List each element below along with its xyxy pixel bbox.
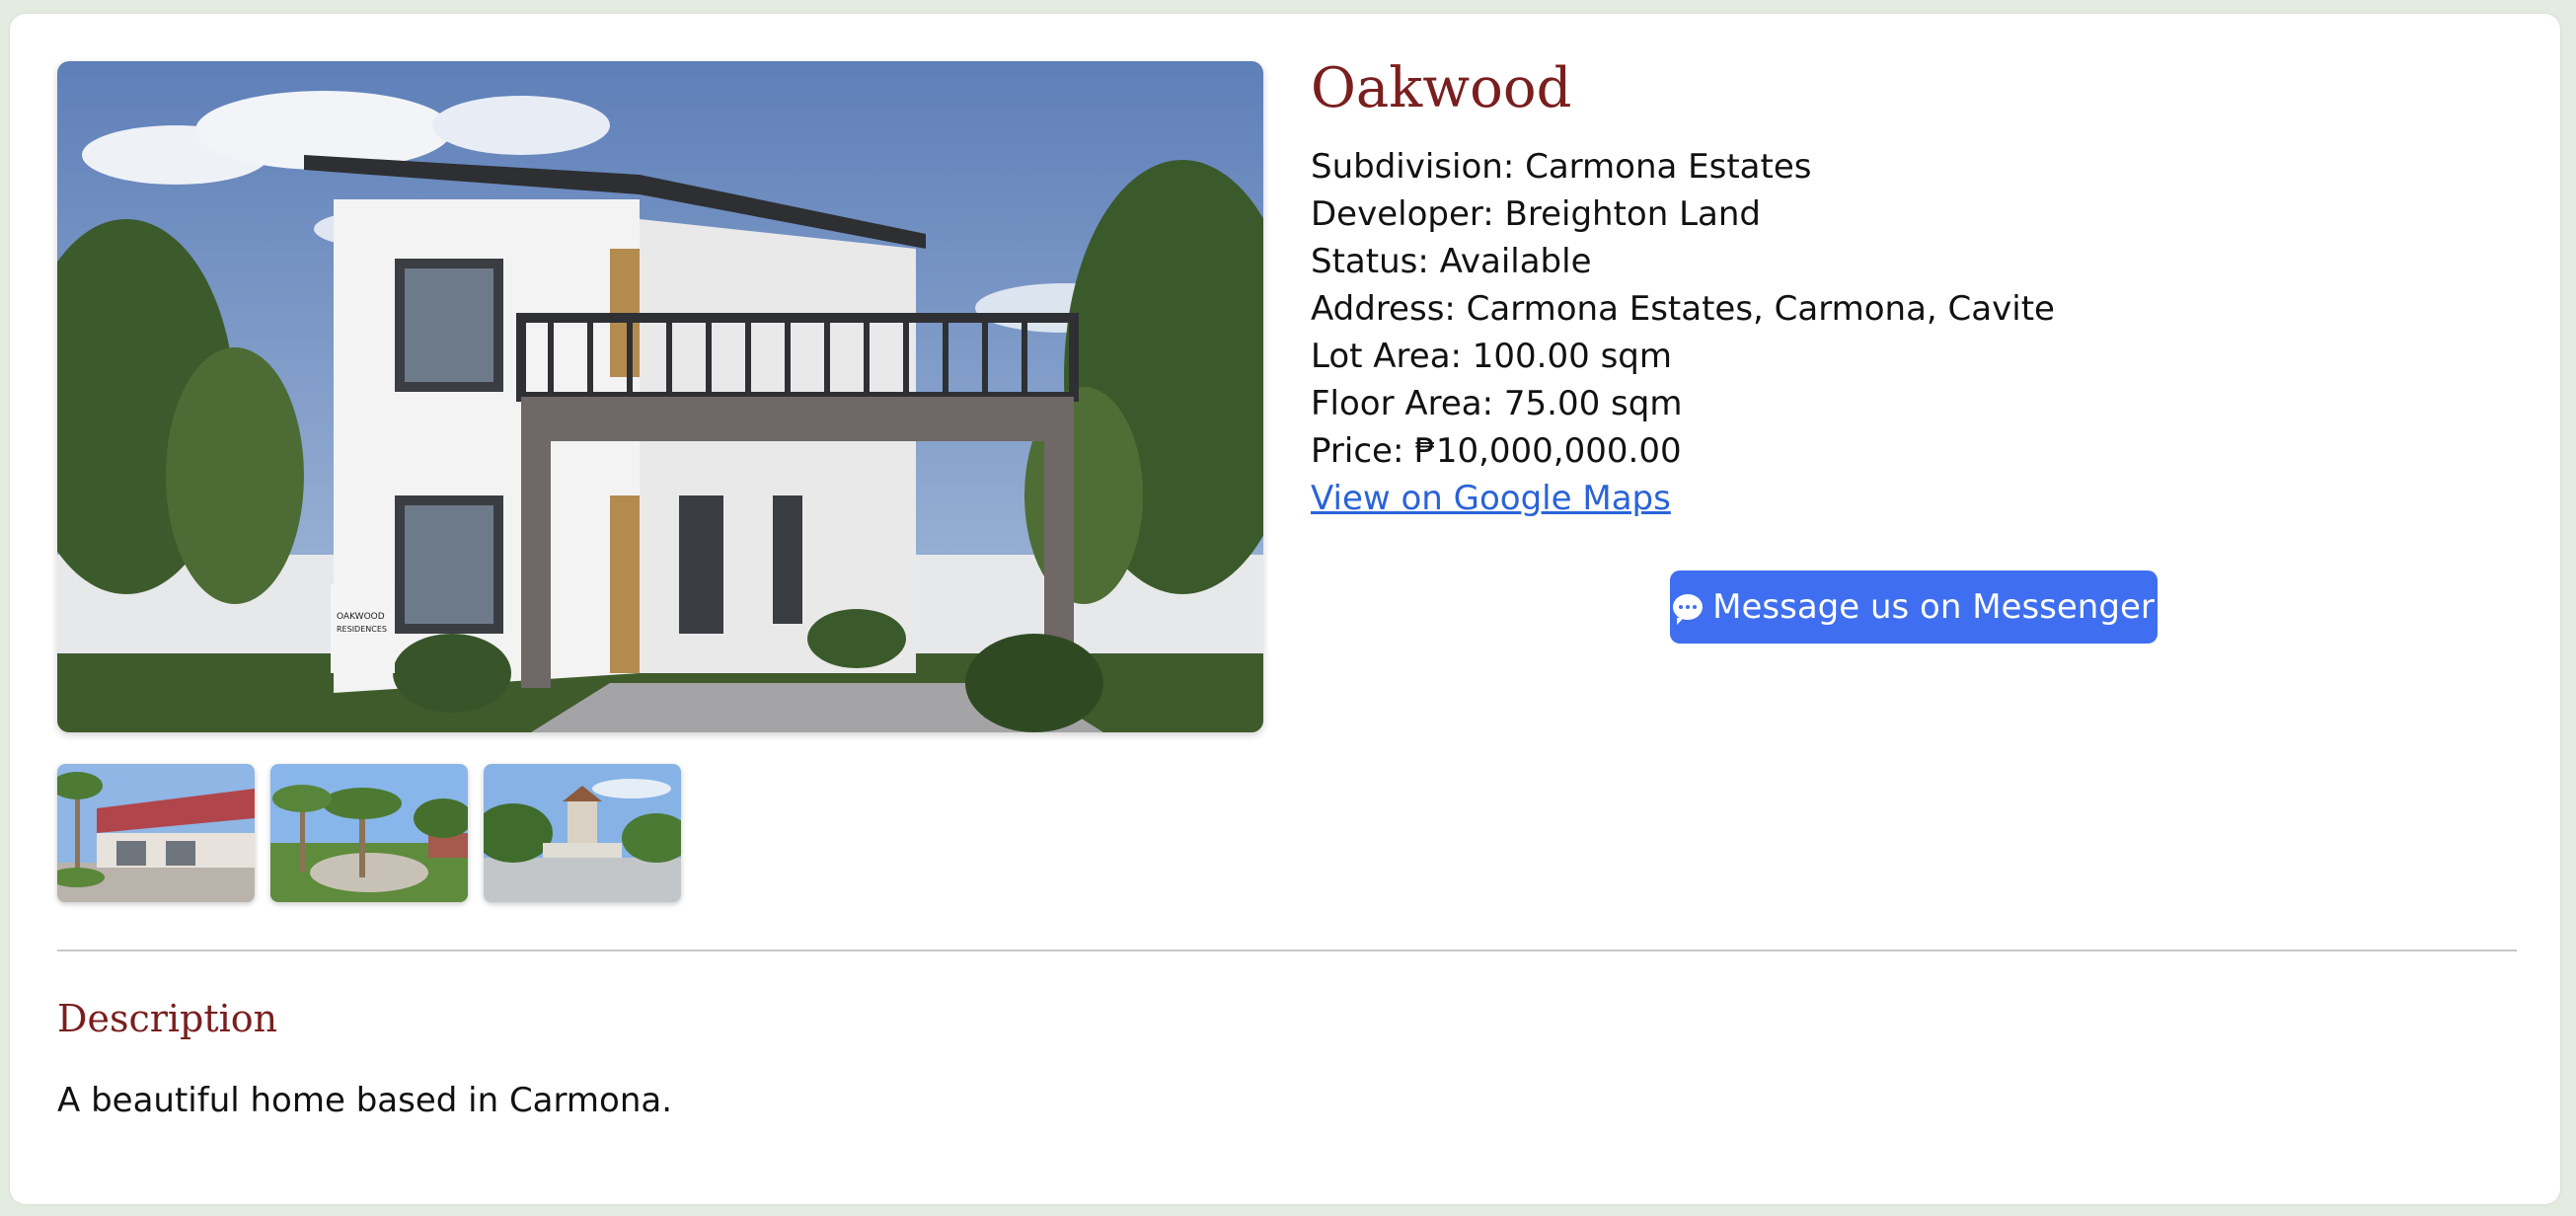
lot-area-field: Lot Area: 100.00 sqm bbox=[1311, 337, 1672, 376]
property-details: Subdivision: Carmona Estates Developer: … bbox=[1311, 143, 2495, 522]
address-field: Address: Carmona Estates, Carmona, Cavit… bbox=[1311, 289, 2055, 329]
gallery-thumbnail-2[interactable] bbox=[270, 764, 468, 902]
status-field: Status: Available bbox=[1311, 242, 1592, 281]
messenger-button[interactable]: Message us on Messenger bbox=[1670, 570, 2158, 644]
messenger-button-label: Message us on Messenger bbox=[1712, 587, 2155, 627]
subdivision-field: Subdivision: Carmona Estates bbox=[1311, 147, 1812, 187]
property-title: Oakwood bbox=[1311, 56, 1572, 120]
description-text: A beautiful home based in Carmona. bbox=[57, 1081, 673, 1120]
google-maps-link[interactable]: View on Google Maps bbox=[1311, 479, 1671, 518]
developer-field: Developer: Breighton Land bbox=[1311, 194, 1761, 234]
price-field: Price: ₱10,000,000.00 bbox=[1311, 431, 1682, 471]
main-property-photo[interactable]: OAKWOOD RESIDENCES bbox=[57, 61, 1263, 732]
chat-bubble-icon bbox=[1673, 594, 1704, 625]
gallery-thumbnail-1[interactable] bbox=[57, 764, 255, 902]
sign-text-2: RESIDENCES bbox=[337, 625, 387, 634]
floor-area-field: Floor Area: 75.00 sqm bbox=[1311, 384, 1683, 423]
description-heading: Description bbox=[57, 997, 278, 1040]
sign-text-1: OAKWOOD bbox=[337, 612, 385, 622]
section-divider bbox=[57, 950, 2517, 951]
gallery-thumbnail-3[interactable] bbox=[484, 764, 681, 902]
